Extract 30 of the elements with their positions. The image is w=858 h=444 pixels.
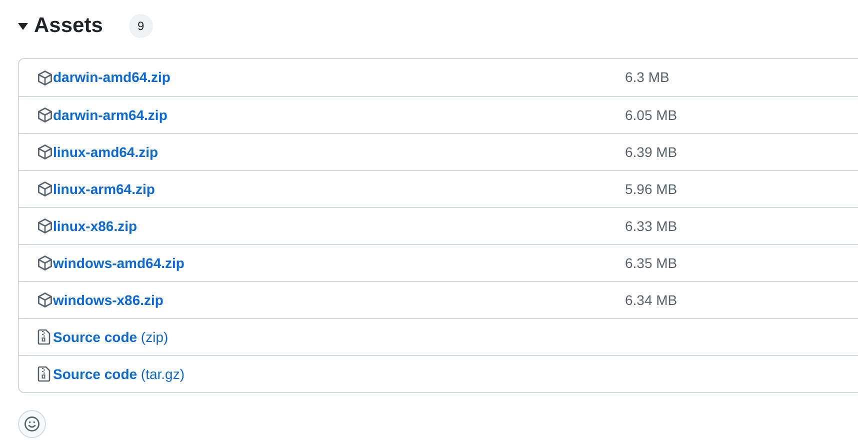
package-icon <box>37 107 53 123</box>
file-size: 5.96 MB <box>625 180 678 198</box>
package-icon <box>37 255 53 271</box>
package-icon <box>37 218 53 234</box>
count-badge: 9 <box>128 14 153 38</box>
package-icon <box>37 292 53 308</box>
asset-link[interactable]: windows-amd64.zip <box>53 252 184 274</box>
source-code-link[interactable]: Source code (zip) <box>53 326 168 348</box>
file-size: 6.34 MB <box>625 290 678 310</box>
file-size: 6.35 MB <box>625 254 678 272</box>
package-icon <box>37 70 53 86</box>
smiley-icon <box>24 416 40 432</box>
emoji-reaction-button[interactable] <box>18 410 46 438</box>
asset-link[interactable]: linux-amd64.zip <box>53 142 158 162</box>
asset-link[interactable]: darwin-amd64.zip <box>53 67 170 88</box>
package-icon <box>37 181 53 197</box>
asset-link[interactable]: darwin-arm64.zip <box>53 104 168 126</box>
source-code-link[interactable]: Source code (tar.gz) <box>53 364 184 384</box>
file-size: 6.3 MB <box>625 68 670 87</box>
caret-icon <box>18 21 28 31</box>
zip-file-icon <box>37 366 51 382</box>
package-icon <box>37 144 53 160</box>
file-size: 6.05 MB <box>625 106 678 124</box>
expand-toggle[interactable]: Assets <box>18 10 103 42</box>
asset-link[interactable]: linux-x86.zip <box>53 216 138 236</box>
zip-file-icon <box>37 329 51 345</box>
asset-link[interactable]: linux-arm64.zip <box>53 178 155 200</box>
asset-link[interactable]: windows-x86.zip <box>53 290 164 310</box>
file-size: 6.39 MB <box>625 142 678 162</box>
file-size: 6.33 MB <box>625 216 678 236</box>
